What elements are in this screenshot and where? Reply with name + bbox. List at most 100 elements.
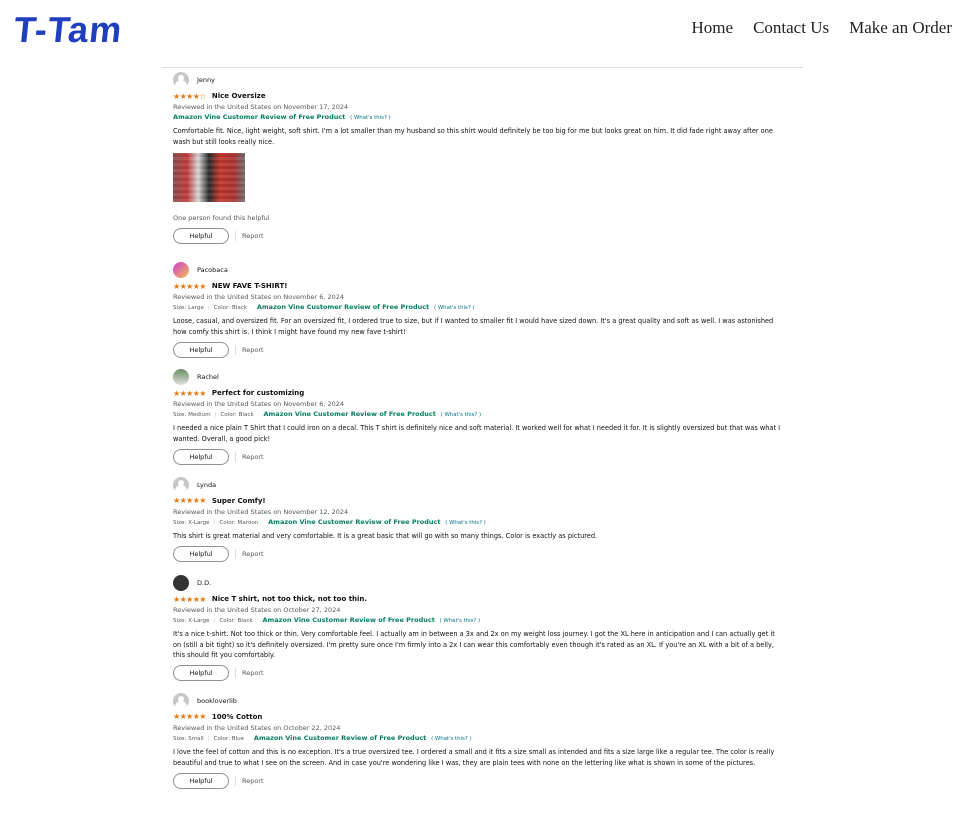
avatar-icon [173, 262, 189, 279]
vine-badge: Amazon Vine Customer Review of Free Prod… [256, 303, 430, 312]
site-header: T-Tam Home Contact Us Make an Order [0, 0, 970, 60]
report-link[interactable]: Report [235, 668, 264, 679]
size-label: Size: Medium [173, 412, 211, 419]
review-actions: Helpful Report [173, 772, 785, 789]
color-label: Color: Black [219, 618, 253, 625]
reviewer-name[interactable]: Lynda [197, 481, 216, 489]
site-logo[interactable]: T-Tam [12, 9, 125, 50]
avatar-icon [173, 369, 189, 386]
helpful-button[interactable]: Helpful [173, 665, 229, 682]
avatar-icon [173, 692, 189, 709]
review-profile: Jenny [173, 71, 785, 89]
reviewer-name[interactable]: Rachel [197, 373, 219, 381]
rating-row: ★★★★★ Super Comfy! [173, 496, 785, 506]
vine-badge: Amazon Vine Customer Review of Free Prod… [263, 410, 436, 419]
avatar-icon [173, 476, 189, 493]
rating-row: ★★★★★ NEW FAVE T-SHIRT! [173, 281, 785, 291]
report-link[interactable]: Report [235, 344, 264, 355]
size-label: Size: X-Large [173, 519, 210, 526]
review-body: Loose, casual, and oversized fit. For an… [173, 317, 774, 336]
review-item: Jenny ★★★★☆ Nice Oversize Reviewed in th… [173, 71, 785, 244]
vine-badge: Amazon Vine Customer Review of Free Prod… [253, 733, 427, 742]
review-image-thumbnail[interactable] [173, 153, 245, 203]
review-body: It's a nice t-shirt. Not too thick or th… [173, 630, 775, 660]
review-item: Lynda ★★★★★ Super Comfy! Reviewed in the… [173, 476, 785, 563]
review-profile: Rachel [173, 368, 785, 386]
main-nav: Home Contact Us Make an Order [692, 18, 952, 38]
color-label: Color: Maroon [219, 519, 259, 526]
rating-row: ★★★★★ Nice T shirt, not too thick, not t… [173, 594, 785, 604]
star-rating-icon: ★★★★★ [173, 594, 206, 604]
review-title[interactable]: Nice Oversize [212, 92, 266, 100]
helpful-button[interactable]: Helpful [173, 545, 229, 562]
review-actions: Helpful Report [173, 545, 785, 562]
review-body: This shirt is great material and very co… [173, 531, 598, 540]
review-date: Reviewed in the United States on Novembe… [173, 400, 345, 409]
reviewer-name[interactable]: bookloverlib [197, 697, 237, 705]
helpful-count: One person found this helpful [173, 214, 270, 223]
color-label: Color: Black [213, 305, 248, 312]
review-actions: Helpful Report [173, 449, 785, 466]
avatar-icon [173, 72, 189, 88]
nav-home[interactable]: Home [692, 18, 734, 38]
review-date: Reviewed in the United States on Novembe… [173, 507, 349, 516]
size-label: Size: Small [173, 735, 204, 742]
review-date: Reviewed in the United States on October… [173, 606, 341, 615]
reviewer-name[interactable]: Pacobaca [197, 266, 228, 274]
review-date: Reviewed in the United States on Novembe… [173, 293, 345, 302]
helpful-button[interactable]: Helpful [173, 227, 229, 244]
report-link[interactable]: Report [235, 775, 264, 786]
review-body: Comfortable fit. Nice, light weight, sof… [173, 127, 773, 146]
report-link[interactable]: Report [235, 548, 264, 559]
rating-row: ★★★★★ 100% Cotton [173, 712, 785, 722]
vine-badge: Amazon Vine Customer Review of Free Prod… [262, 616, 435, 625]
section-divider [162, 67, 803, 68]
review-meta: Size: X-Large | Color: Maroon Amazon Vine … [173, 517, 486, 526]
size-label: Size: X-Large [173, 618, 210, 625]
star-rating-icon: ★★★★★ [173, 388, 206, 398]
review-meta: Size: Medium | Color: Black Amazon Vine Cu… [173, 410, 482, 419]
review-item: Pacobaca ★★★★★ NEW FAVE T-SHIRT! Reviewe… [173, 261, 785, 358]
review-actions: Helpful Report [173, 227, 785, 244]
helpful-button[interactable]: Helpful [173, 449, 229, 466]
whats-this-link[interactable]: ( What's this? ) [431, 736, 472, 742]
nav-make-an-order[interactable]: Make an Order [849, 18, 952, 38]
review-actions: Helpful Report [173, 665, 785, 682]
review-profile: D.D. [173, 574, 785, 592]
vine-badge: Amazon Vine Customer Review of Free Prod… [173, 113, 346, 121]
review-title[interactable]: 100% Cotton [212, 713, 263, 721]
report-link[interactable]: Report [235, 230, 264, 241]
whats-this-link[interactable]: ( What's this? ) [445, 520, 486, 526]
report-link[interactable]: Report [235, 452, 264, 463]
whats-this-link[interactable]: ( What's this? ) [350, 115, 391, 121]
star-rating-icon: ★★★★☆ [173, 91, 206, 101]
review-title[interactable]: Super Comfy! [212, 497, 266, 505]
review-profile: bookloverlib [173, 692, 785, 710]
review-meta: Size: X-Large | Color: Black Amazon Vine C… [173, 616, 481, 625]
avatar-icon [173, 575, 189, 592]
nav-contact-us[interactable]: Contact Us [753, 18, 829, 38]
whats-this-link[interactable]: ( What's this? ) [434, 305, 475, 311]
helpful-button[interactable]: Helpful [173, 772, 229, 789]
vine-badge: Amazon Vine Customer Review of Free Prod… [268, 517, 441, 526]
star-rating-icon: ★★★★★ [173, 496, 206, 506]
review-item: Rachel ★★★★★ Perfect for customizing Rev… [173, 368, 785, 466]
review-body: I love the feel of cotton and this is no… [173, 747, 775, 767]
size-label: Size: Large [173, 305, 204, 312]
review-profile: Pacobaca [173, 261, 785, 279]
star-rating-icon: ★★★★★ [173, 712, 206, 722]
rating-row: ★★★★☆ Nice Oversize [173, 91, 785, 101]
review-profile: Lynda [173, 476, 785, 494]
reviewer-name[interactable]: Jenny [197, 76, 215, 84]
whats-this-link[interactable]: ( What's this? ) [440, 618, 481, 624]
reviewer-name[interactable]: D.D. [197, 579, 211, 587]
review-title[interactable]: NEW FAVE T-SHIRT! [212, 282, 288, 290]
review-title[interactable]: Nice T shirt, not too thick, not too thi… [212, 595, 367, 603]
color-label: Color: Black [220, 412, 254, 419]
rating-row: ★★★★★ Perfect for customizing [173, 388, 785, 398]
review-title[interactable]: Perfect for customizing [212, 389, 304, 397]
star-rating-icon: ★★★★★ [173, 281, 206, 291]
whats-this-link[interactable]: ( What's this? ) [441, 412, 482, 418]
helpful-button[interactable]: Helpful [173, 341, 229, 358]
color-label: Color: Blue [213, 735, 245, 742]
